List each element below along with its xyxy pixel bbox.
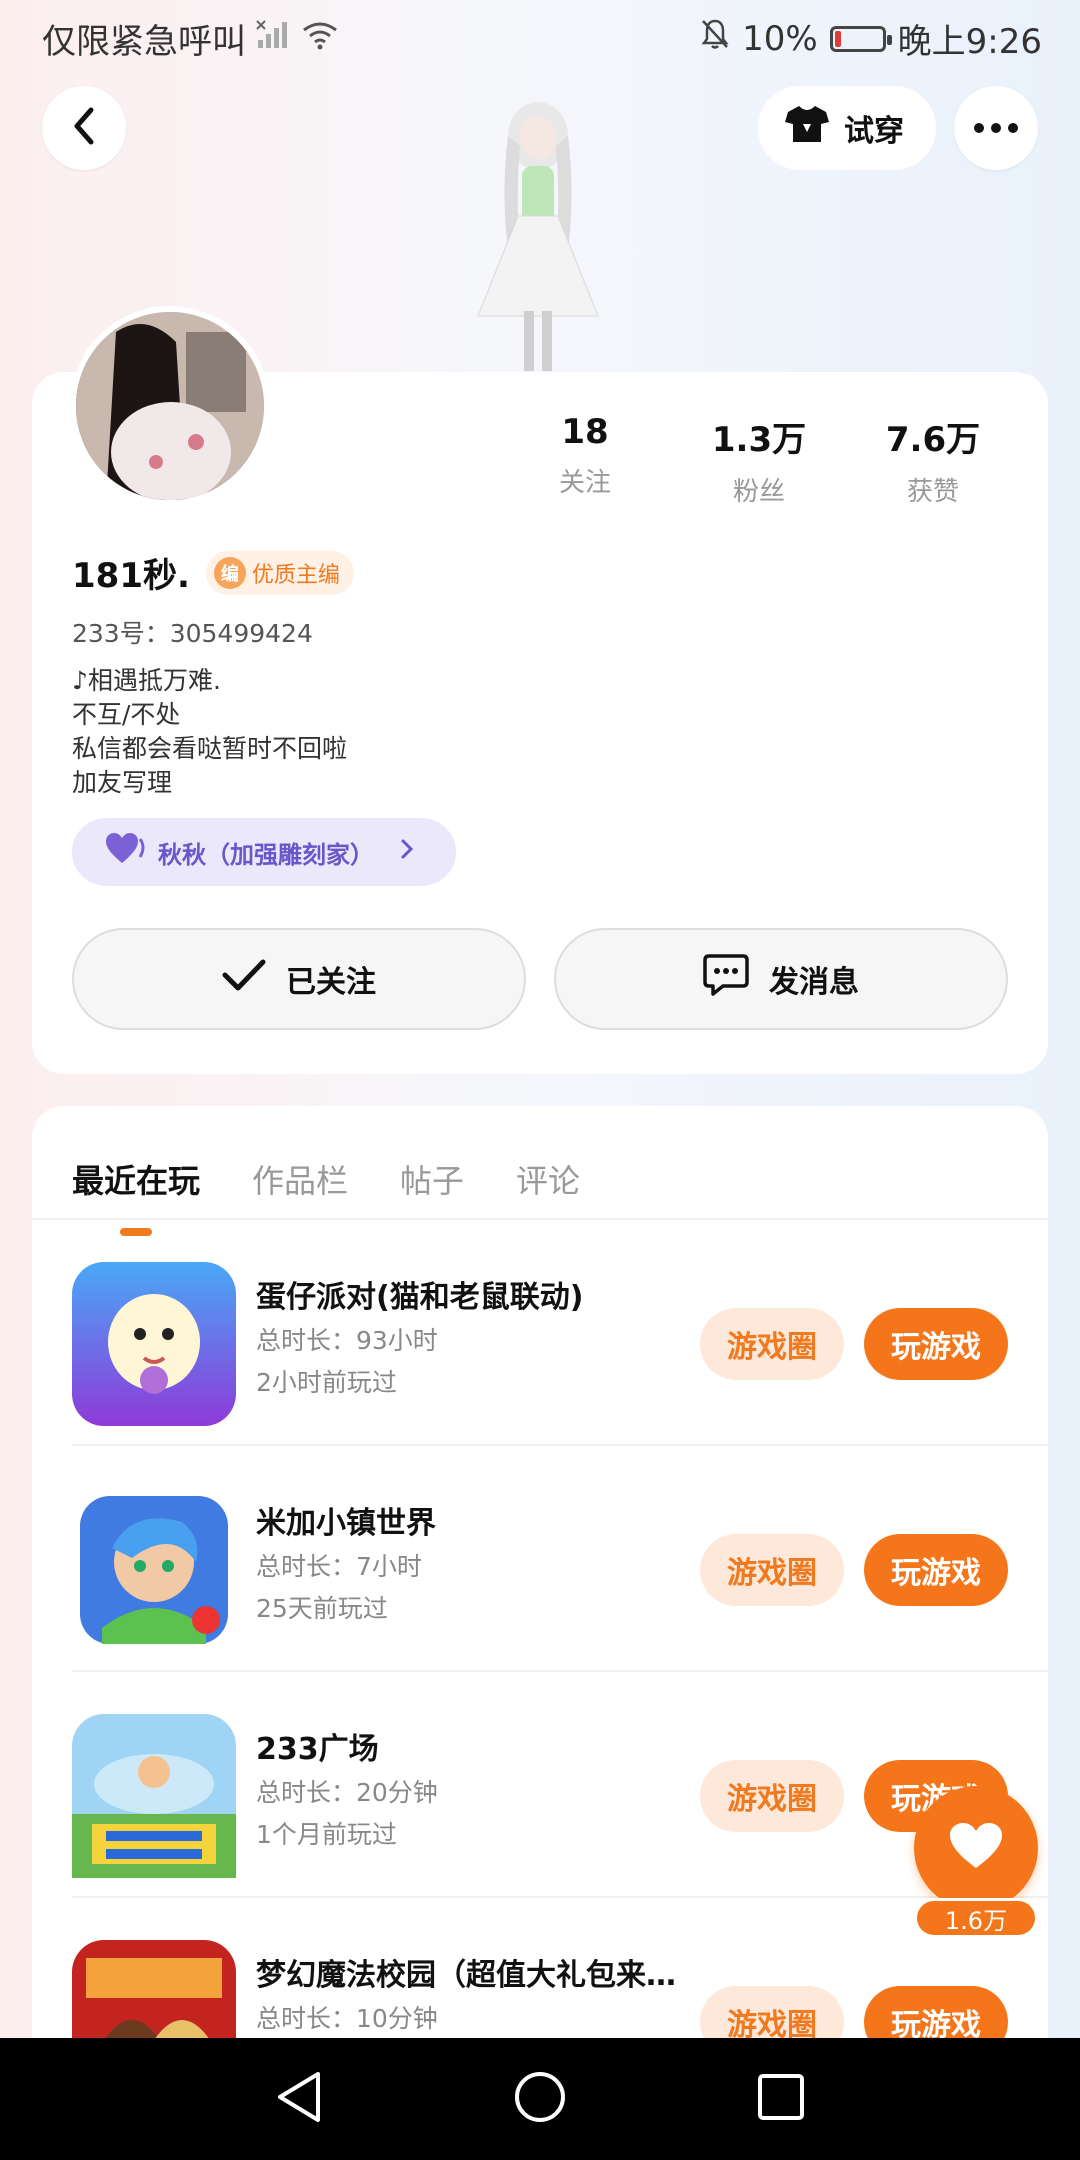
clock: 晚上9:26: [897, 22, 1042, 62]
recents-square-icon[interactable]: [756, 2072, 806, 2126]
stat-value: 18: [561, 412, 609, 452]
like-button[interactable]: [914, 1786, 1038, 1910]
signal-icon: [256, 19, 290, 59]
game-row[interactable]: 蛋仔派对(猫和老鼠联动) 总时长：93小时 2小时前玩过 游戏圈 玩游戏: [72, 1220, 1048, 1446]
like-count: 1.6万: [914, 1898, 1038, 1938]
chevron-right-icon: [400, 838, 414, 866]
tab-comments[interactable]: 评论: [516, 1156, 580, 1202]
stat-value: 1.3万: [711, 420, 807, 460]
stat-label: 获赞: [906, 477, 959, 507]
mute-bell-icon: [700, 18, 730, 59]
tshirt-icon: [784, 104, 830, 152]
game-last-played: 2小时前玩过: [256, 1368, 397, 1397]
battery-percent: 10%: [742, 18, 818, 59]
more-button[interactable]: [954, 86, 1038, 170]
game-meta: 总时长：10分钟: [256, 1998, 438, 2040]
profile-stats: 18 关注 1.3万 粉丝 7.6万 获赞: [498, 412, 1020, 508]
status-bar: 仅限紧急呼叫 10% 晚上9:26: [0, 0, 1080, 74]
user-name: 181秒.: [72, 556, 190, 596]
following-button[interactable]: 已关注: [72, 928, 526, 1030]
checkmark-icon: [222, 958, 266, 1000]
game-meta: 总时长：93小时 2小时前玩过: [256, 1320, 438, 1404]
heart-icon: [106, 833, 146, 871]
stat-label: 关注: [558, 468, 611, 498]
play-game-button[interactable]: 玩游戏: [864, 1534, 1008, 1606]
profile-tabs: 最近在玩 作品栏 帖子 评论: [72, 1156, 580, 1236]
game-last-played: 1个月前玩过: [256, 1820, 397, 1849]
name-row: 181秒. 编 优质主编: [72, 548, 354, 597]
bio-line: ♪相遇抵万难.: [72, 666, 221, 695]
battery-icon: [829, 25, 892, 52]
stat-following[interactable]: 18 关注: [498, 412, 672, 508]
send-message-button[interactable]: 发消息: [554, 928, 1008, 1030]
more-dots-icon: [973, 119, 1019, 138]
user-bio: ♪相遇抵万难. 不互/不处 私信都会看哒暂时不回啦 加友写理: [72, 664, 347, 800]
heart-icon: [949, 1822, 1003, 1874]
game-title[interactable]: 米加小镇世界: [256, 1498, 436, 1542]
game-circle-button[interactable]: 游戏圈: [700, 1760, 844, 1832]
editor-badge-label: 优质主编: [251, 562, 340, 588]
stat-likes[interactable]: 7.6万 获赞: [846, 412, 1020, 508]
back-triangle-icon[interactable]: [274, 2070, 324, 2128]
bio-line: 私信都会看哒暂时不回啦: [72, 734, 348, 763]
companion-chip[interactable]: 秋秋（加强雕刻家）: [72, 818, 456, 886]
game-title[interactable]: 233广场: [256, 1724, 379, 1768]
game-duration: 总时长：20分钟: [256, 1778, 438, 1807]
bio-line: 不互/不处: [72, 700, 181, 729]
stat-fans[interactable]: 1.3万 粉丝: [672, 412, 846, 508]
game-duration: 总时长：10分钟: [256, 2004, 438, 2033]
tab-posts[interactable]: 帖子: [400, 1156, 464, 1202]
try-on-button[interactable]: 试穿: [758, 86, 936, 170]
carrier-text: 仅限紧急呼叫: [42, 22, 246, 62]
companion-label: 秋秋（加强雕刻家）: [158, 840, 374, 869]
game-circle-button[interactable]: 游戏圈: [700, 1534, 844, 1606]
stat-value: 7.6万: [885, 420, 981, 460]
tab-works[interactable]: 作品栏: [252, 1156, 348, 1202]
chevron-left-icon: [69, 106, 99, 150]
game-meta: 总时长：7小时 25天前玩过: [256, 1546, 422, 1630]
game-meta: 总时长：20分钟 1个月前玩过: [256, 1772, 438, 1856]
game-icon[interactable]: [72, 1714, 236, 1878]
game-circle-button[interactable]: 游戏圈: [700, 1308, 844, 1380]
following-label: 已关注: [286, 965, 376, 1000]
try-on-label: 试穿: [844, 114, 904, 149]
editor-badge[interactable]: 编 优质主编: [205, 550, 354, 595]
avatar-character-figure[interactable]: [458, 96, 618, 374]
game-duration: 总时长：7小时: [256, 1552, 422, 1581]
user-avatar[interactable]: [70, 306, 270, 506]
home-circle-icon[interactable]: [513, 2070, 567, 2128]
send-message-label: 发消息: [769, 965, 859, 1000]
game-title[interactable]: 蛋仔派对(猫和老鼠联动): [256, 1272, 583, 1316]
game-last-played: 25天前玩过: [256, 1594, 388, 1623]
wifi-icon: [300, 19, 340, 59]
game-duration: 总时长：93小时: [256, 1326, 438, 1355]
chat-bubble-icon: [703, 953, 749, 1005]
user-id: 233号：305499424: [72, 619, 313, 648]
back-button[interactable]: [42, 86, 126, 170]
stat-label: 粉丝: [732, 477, 785, 507]
bio-line: 加友写理: [72, 768, 173, 797]
game-row[interactable]: 米加小镇世界 总时长：7小时 25天前玩过 游戏圈 玩游戏: [72, 1446, 1048, 1672]
game-row[interactable]: 233广场 总时长：20分钟 1个月前玩过 游戏圈 玩游戏: [72, 1672, 1048, 1898]
game-title[interactable]: 梦幻魔法校园（超值大礼包来...: [256, 1950, 676, 1994]
editor-badge-icon: 编: [213, 556, 246, 589]
play-game-button[interactable]: 玩游戏: [864, 1308, 1008, 1380]
game-icon[interactable]: [72, 1262, 236, 1426]
recent-games-card: 最近在玩 作品栏 帖子 评论 蛋仔派对(猫和老鼠联动) 总时长：93小时 2小时…: [32, 1106, 1048, 2106]
game-icon[interactable]: [72, 1488, 236, 1652]
system-navigation-bar: [0, 2038, 1080, 2160]
tab-recently-played[interactable]: 最近在玩: [72, 1156, 200, 1236]
